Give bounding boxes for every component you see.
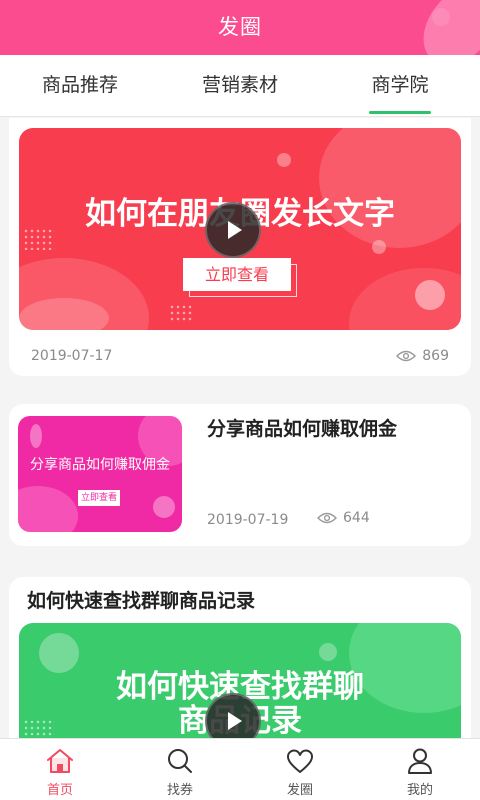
nav-coupons[interactable]: 找券 bbox=[120, 739, 240, 800]
tab-label: 营销素材 bbox=[201, 74, 278, 96]
tab-marketing-material[interactable]: 营销素材 bbox=[170, 55, 310, 117]
view-count-value: 869 bbox=[422, 348, 449, 364]
heart-icon bbox=[287, 749, 313, 773]
banner-decoration bbox=[30, 424, 42, 448]
banner-decoration-dot bbox=[372, 240, 386, 254]
nav-home[interactable]: 首页 bbox=[0, 739, 120, 800]
banner-dot-grid bbox=[169, 304, 193, 322]
play-icon bbox=[228, 221, 242, 239]
article-banner[interactable]: 如何在朋友圈发长文字 立即查看 bbox=[19, 128, 461, 330]
category-tabs: 商品推荐 营销素材 商学院 bbox=[0, 55, 480, 117]
watch-now-button[interactable]: 立即查看 bbox=[183, 258, 291, 291]
nav-label: 首页 bbox=[46, 783, 73, 798]
nav-label: 发圈 bbox=[286, 783, 313, 798]
banner-decoration-dot bbox=[319, 643, 337, 661]
article-card[interactable]: 分享商品如何赚取佣金 立即查看 分享商品如何赚取佣金 2019-07-19 64… bbox=[9, 404, 471, 546]
nav-profile[interactable]: 我的 bbox=[360, 739, 480, 800]
tab-active-indicator bbox=[369, 111, 431, 114]
view-count: 644 bbox=[317, 510, 370, 526]
view-count-value: 644 bbox=[343, 510, 370, 526]
banner-decoration-dot bbox=[415, 280, 445, 310]
article-date: 2019-07-19 bbox=[207, 512, 289, 528]
app-header: 发圈 bbox=[0, 0, 480, 55]
banner-decoration-dot bbox=[277, 153, 291, 167]
nav-label: 找券 bbox=[166, 783, 193, 798]
tab-label: 商学院 bbox=[371, 74, 429, 96]
tab-product-recommend[interactable]: 商品推荐 bbox=[10, 55, 150, 117]
article-card[interactable]: 如何在朋友圈发长文字 立即查看 2019-07-17 869 bbox=[9, 118, 471, 376]
article-date: 2019-07-17 bbox=[31, 348, 113, 364]
user-icon bbox=[408, 748, 432, 774]
article-thumbnail[interactable]: 分享商品如何赚取佣金 立即查看 bbox=[18, 416, 182, 532]
eye-icon bbox=[396, 350, 417, 362]
nav-label: 我的 bbox=[406, 783, 433, 798]
tab-label: 商品推荐 bbox=[41, 74, 118, 96]
play-button[interactable] bbox=[205, 202, 261, 258]
watch-now-button[interactable]: 立即查看 bbox=[78, 490, 120, 506]
article-title: 分享商品如何赚取佣金 bbox=[207, 418, 398, 440]
thumbnail-title: 分享商品如何赚取佣金 bbox=[30, 457, 170, 473]
view-count: 869 bbox=[396, 348, 449, 364]
bottom-navigation: 首页 找券 发圈 我的 bbox=[0, 738, 480, 800]
banner-decoration bbox=[18, 486, 78, 532]
search-icon bbox=[168, 749, 192, 773]
banner-decoration bbox=[19, 298, 109, 330]
home-icon bbox=[47, 749, 73, 773]
tab-business-school[interactable]: 商学院 bbox=[330, 55, 470, 117]
nav-share[interactable]: 发圈 bbox=[240, 739, 360, 800]
page-title: 发圈 bbox=[218, 15, 262, 39]
article-title: 如何快速查找群聊商品记录 bbox=[27, 590, 256, 612]
eye-icon bbox=[317, 512, 337, 524]
banner-decoration-dot bbox=[153, 496, 175, 518]
